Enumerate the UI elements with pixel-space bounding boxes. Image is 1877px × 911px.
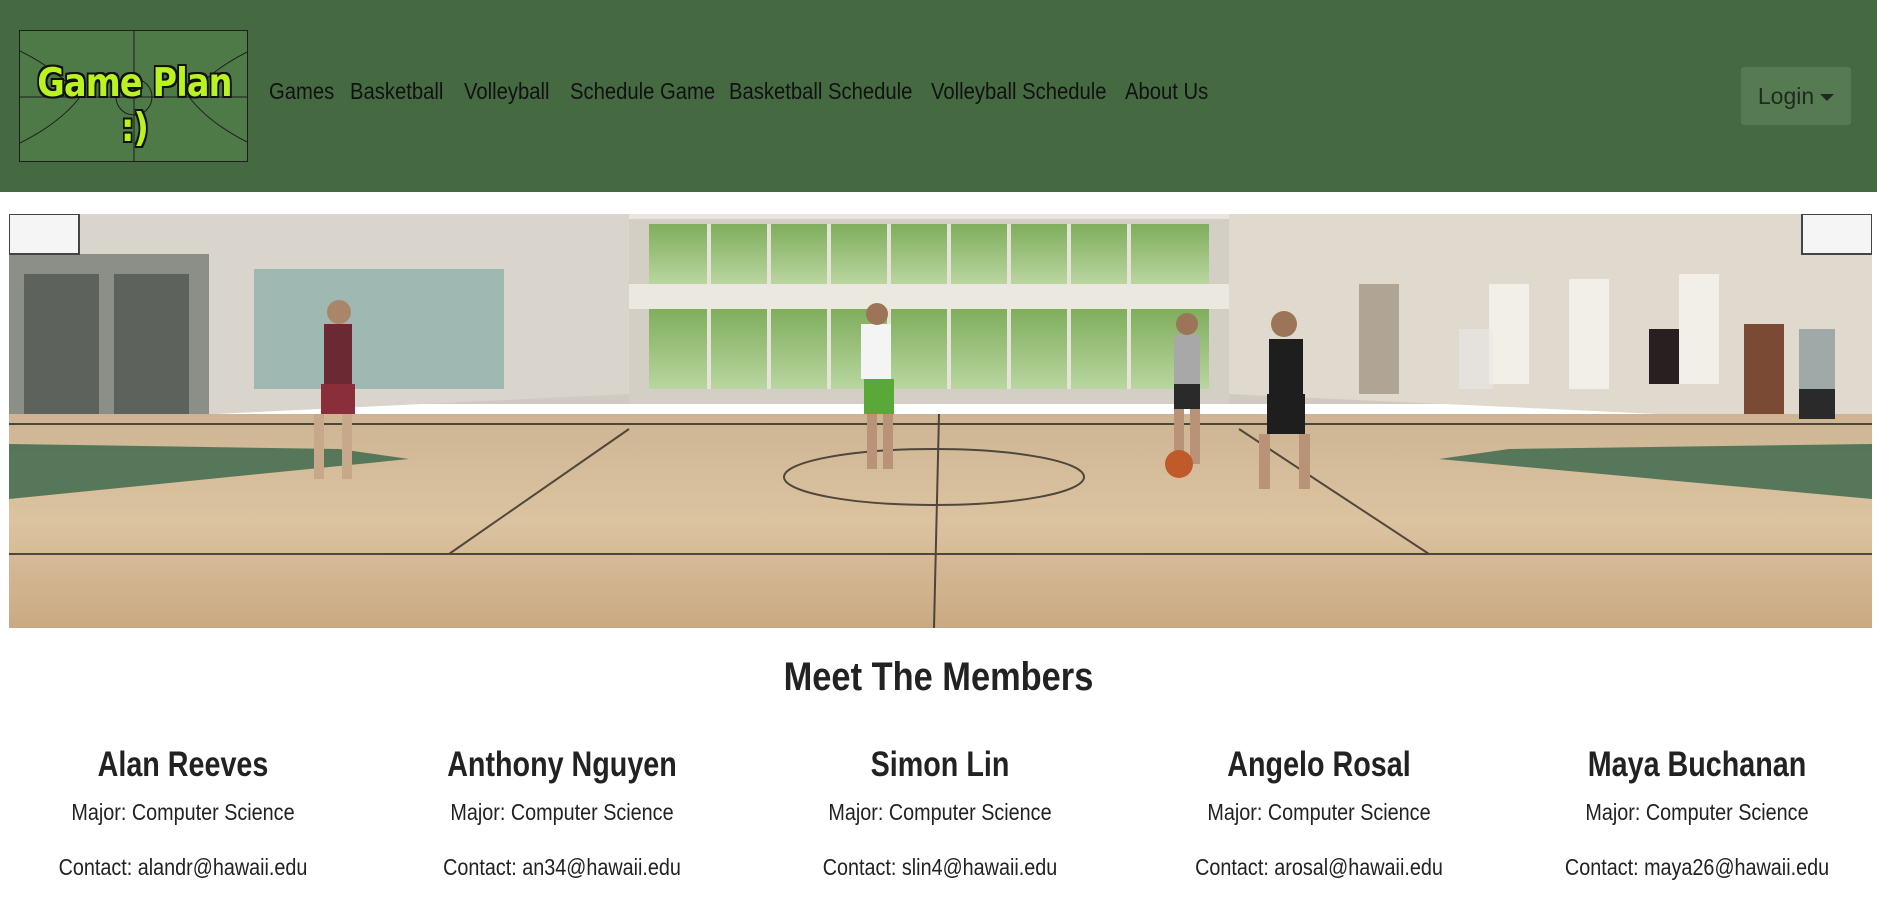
nav-link-volleyball[interactable]: Volleyball <box>464 78 557 105</box>
nav-link-games[interactable]: Games <box>269 78 340 105</box>
nav-link-basketball-schedule[interactable]: Basketball Schedule <box>729 78 912 105</box>
member-major: Major: Computer Science <box>1585 799 1809 825</box>
login-dropdown-button[interactable]: Login <box>1741 67 1851 125</box>
game-plan-logo[interactable]: Game Plan :) <box>19 30 248 162</box>
nav-link-volleyball-schedule[interactable]: Volleyball Schedule <box>931 78 1107 105</box>
members-section-title: Meet The Members <box>783 655 1094 699</box>
login-label: Login <box>1757 82 1815 109</box>
member-card: Alan Reeves Major: Computer Science Cont… <box>13 745 353 881</box>
logo-text: Game Plan :) <box>37 61 232 151</box>
member-contact: Contact: alandr@hawaii.edu <box>58 854 308 880</box>
member-major: Major: Computer Science <box>828 799 1052 825</box>
member-name: Maya Buchanan <box>1587 745 1807 784</box>
nav-link-schedule-game[interactable]: Schedule Game <box>570 78 715 105</box>
member-card: Simon Lin Major: Computer Science Contac… <box>770 745 1110 881</box>
gym-court-illustration <box>9 214 1872 628</box>
member-name: Simon Lin <box>870 745 1010 784</box>
navbar: Game Plan :) Games Basketball Volleyball… <box>0 0 1877 192</box>
member-name: Alan Reeves <box>97 745 269 784</box>
member-name: Anthony Nguyen <box>447 745 677 784</box>
member-contact: Contact: slin4@hawaii.edu <box>822 854 1058 880</box>
member-name: Angelo Rosal <box>1227 745 1411 784</box>
member-contact: Contact: arosal@hawaii.edu <box>1195 854 1443 880</box>
gym-hero-image <box>9 214 1872 628</box>
member-contact: Contact: maya26@hawaii.edu <box>1564 854 1830 880</box>
member-card: Angelo Rosal Major: Computer Science Con… <box>1149 745 1489 881</box>
member-major: Major: Computer Science <box>1207 799 1431 825</box>
member-major: Major: Computer Science <box>450 799 674 825</box>
caret-down-icon <box>1820 93 1835 101</box>
member-card: Anthony Nguyen Major: Computer Science C… <box>392 745 732 881</box>
member-contact: Contact: an34@hawaii.edu <box>443 854 681 880</box>
member-major: Major: Computer Science <box>71 799 295 825</box>
nav-link-about-us[interactable]: About Us <box>1125 78 1213 105</box>
nav-link-basketball[interactable]: Basketball <box>350 78 450 105</box>
member-card: Maya Buchanan Major: Computer Science Co… <box>1527 745 1867 881</box>
nav-links: Games Basketball Volleyball Schedule Gam… <box>269 78 1225 105</box>
